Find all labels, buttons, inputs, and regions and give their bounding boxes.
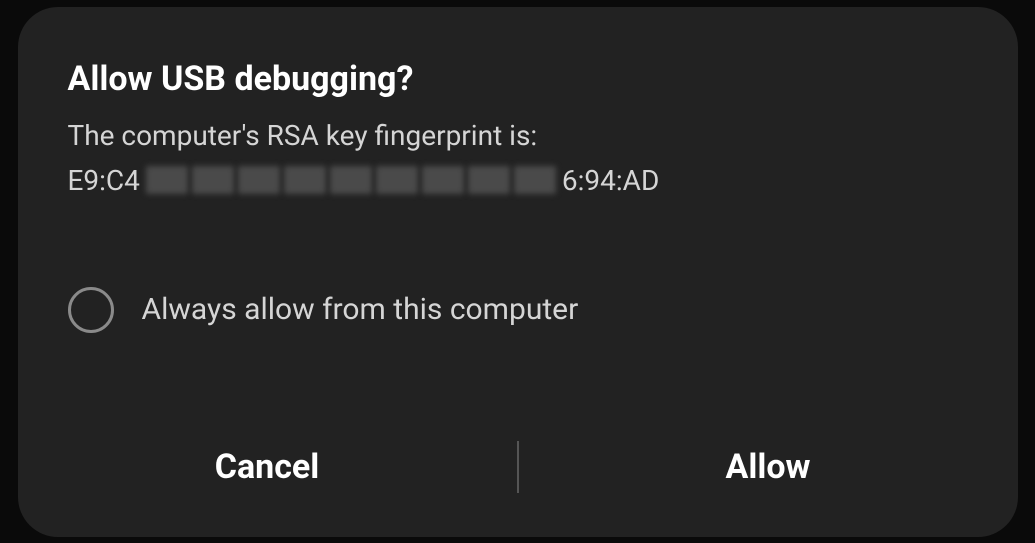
fingerprint-value: E9:C4 6:94:AD (68, 164, 968, 197)
fingerprint-start: E9:C4 (68, 164, 140, 197)
obscured-block (284, 166, 326, 194)
dialog-buttons: Cancel Allow (18, 437, 1018, 497)
dialog-title: Allow USB debugging? (68, 59, 968, 99)
dialog-subtitle: The computer's RSA key fingerprint is: (68, 119, 968, 152)
obscured-block (468, 166, 510, 194)
obscured-block (146, 166, 188, 194)
obscured-block (238, 166, 280, 194)
always-allow-checkbox[interactable] (68, 287, 114, 333)
always-allow-label: Always allow from this computer (142, 292, 579, 327)
obscured-block (376, 166, 418, 194)
fingerprint-end: 6:94:AD (562, 164, 659, 197)
obscured-block (330, 166, 372, 194)
obscured-block (192, 166, 234, 194)
obscured-block (422, 166, 464, 194)
fingerprint-obscured (146, 166, 556, 194)
always-allow-row[interactable]: Always allow from this computer (68, 287, 968, 333)
allow-button[interactable]: Allow (519, 437, 1018, 497)
obscured-block (514, 166, 556, 194)
cancel-button[interactable]: Cancel (18, 437, 517, 497)
usb-debugging-dialog: Allow USB debugging? The computer's RSA … (18, 7, 1018, 537)
